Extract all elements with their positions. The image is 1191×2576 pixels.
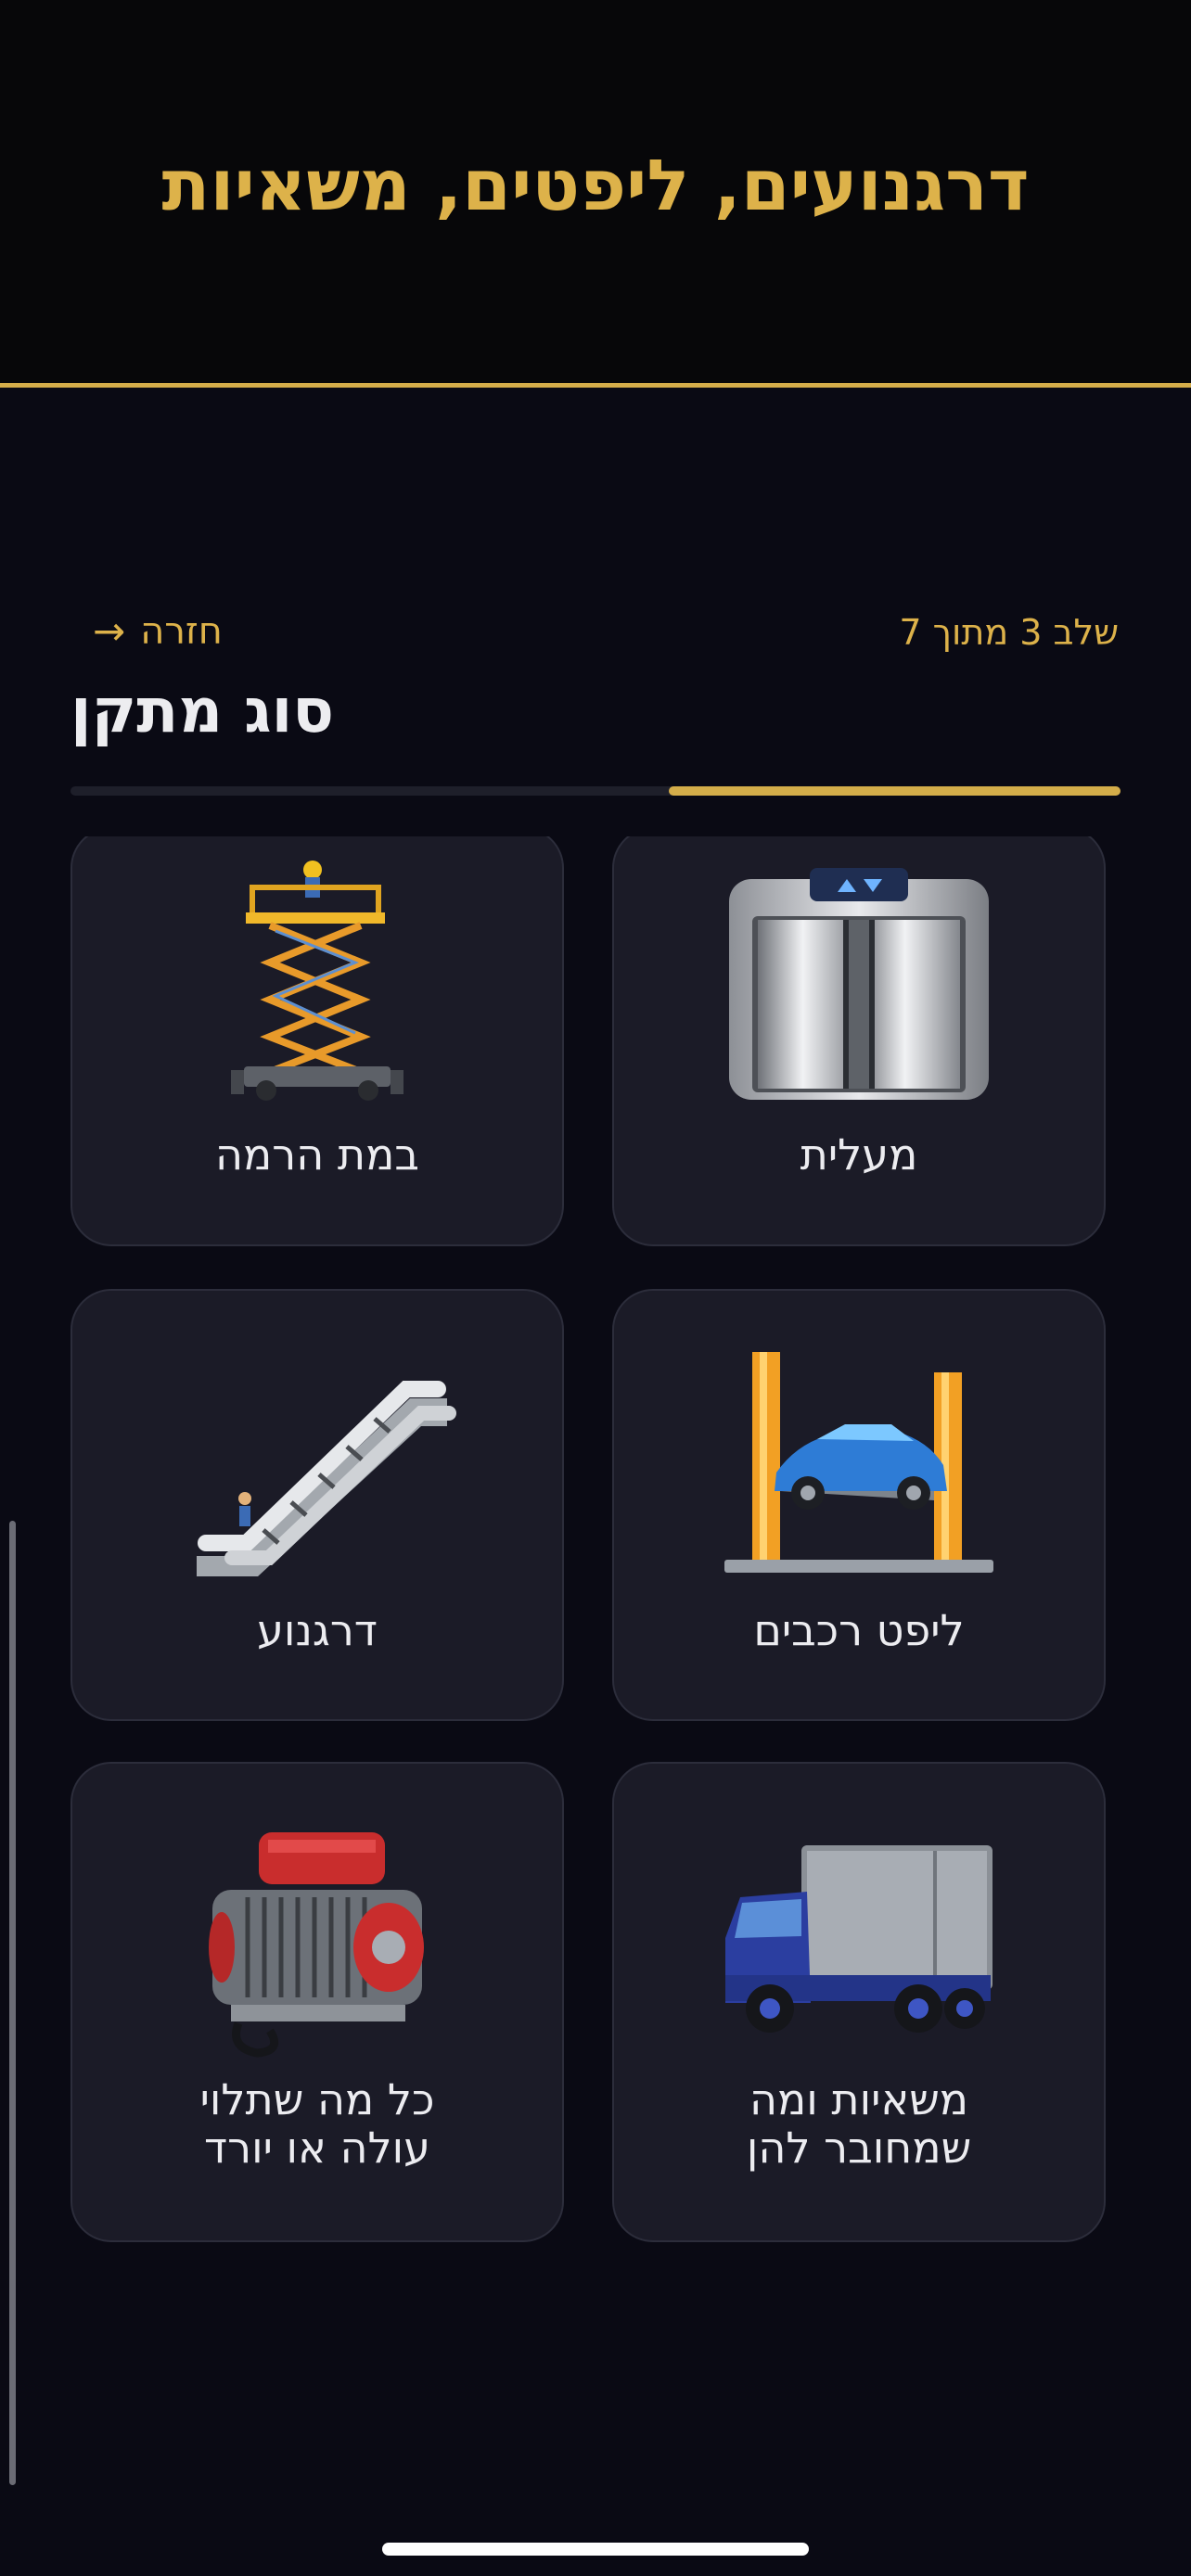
option-label: מעלית — [800, 1129, 918, 1180]
option-card-truck[interactable]: משאיות ומה שמחובר להן — [612, 1762, 1106, 2242]
winch-icon — [209, 1832, 424, 2058]
step-indicator: שלב 3 מתוך 7 — [899, 612, 1119, 653]
escalator-icon — [197, 1381, 456, 1576]
elevator-icon — [729, 868, 989, 1100]
app-header: דרגנועים, ליפטים, משאיות — [0, 0, 1191, 388]
header-title: דרגנועים, ליפטים, משאיות — [161, 144, 1030, 226]
option-card-winch[interactable]: כל מה שתלוי עולה או יורד — [70, 1762, 564, 2242]
option-label: במת הרמה — [214, 1129, 419, 1180]
option-card-car-lift[interactable]: ליפט רכבים — [612, 1289, 1106, 1721]
scrollbar[interactable] — [9, 1521, 16, 2485]
option-card-scissor-lift[interactable]: במת הרמה — [70, 836, 564, 1246]
progress-bar-fill — [669, 786, 1121, 796]
back-label: חזרה — [140, 609, 223, 653]
page-title: סוג מתקן — [70, 675, 335, 746]
scissor-lift-icon — [231, 861, 403, 1101]
truck-icon — [725, 1845, 992, 2033]
option-label-multiline: כל מה שתלוי עולה או יורד — [199, 2074, 435, 2173]
option-label: ליפט רכבים — [753, 1605, 965, 1655]
option-card-elevator[interactable]: מעלית — [612, 836, 1106, 1246]
option-grid: מעלית במת הרמה ליפט רכבים דרגנוע משאיות … — [0, 836, 1191, 2302]
arrow-right-icon: → — [93, 608, 126, 654]
option-label-multiline: משאיות ומה שמחובר להן — [746, 2074, 972, 2173]
option-label: דרגנוע — [257, 1605, 378, 1655]
progress-bar — [70, 786, 1121, 796]
car-lift-icon — [724, 1352, 993, 1573]
home-indicator[interactable] — [382, 2543, 809, 2556]
back-button[interactable]: חזרה → — [93, 608, 223, 654]
option-card-escalator[interactable]: דרגנוע — [70, 1289, 564, 1721]
